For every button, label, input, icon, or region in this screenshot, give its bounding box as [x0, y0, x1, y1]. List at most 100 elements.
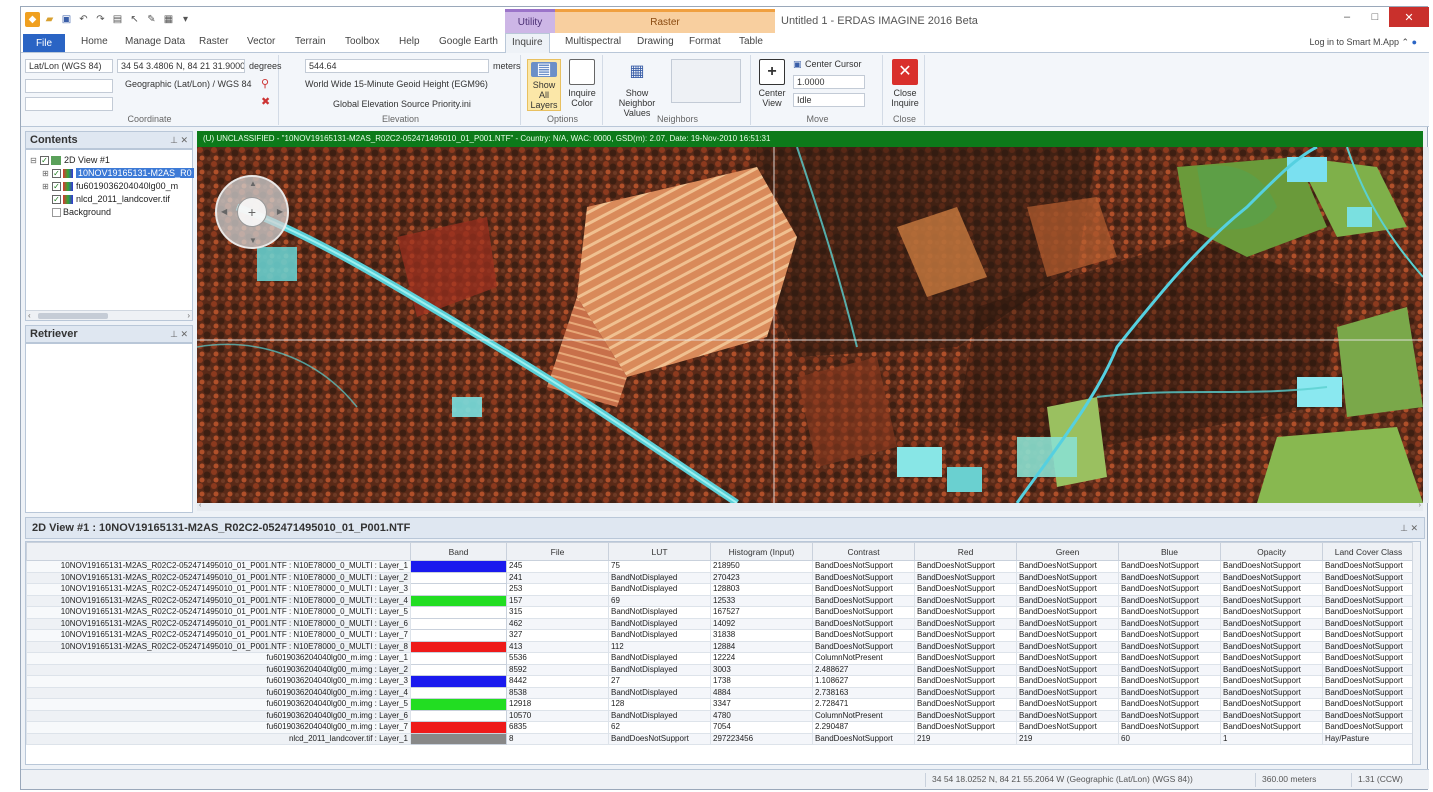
pan-up-icon[interactable]: ▲	[249, 179, 257, 188]
center-cursor-icon[interactable]: ▣	[793, 59, 802, 70]
collapse-icon[interactable]: ⊟	[30, 156, 38, 165]
map-horizontal-scrollbar[interactable]: ‹ ›	[197, 502, 1423, 511]
table-row[interactable]: fu6019036204040lg00_m.img : Layer_2 8592 B…	[26, 663, 1415, 676]
redo-icon[interactable]: ↷	[93, 12, 108, 27]
table-row[interactable]: 10NOV19165131-M2AS_R02C2-052471495010_01…	[26, 629, 1415, 642]
column-header[interactable]: Histogram (Input)	[710, 542, 813, 561]
scroll-left-icon[interactable]: ‹	[28, 311, 31, 320]
tree-node-background[interactable]: Background	[52, 206, 111, 218]
show-all-layers-button[interactable]: ▤ Show All Layers	[527, 59, 561, 111]
tree-node-nlcd-layer[interactable]: ✓ nlcd_2011_landcover.tif	[52, 193, 170, 205]
retriever-pin-close-icons[interactable]: ⊥ ✕	[170, 329, 188, 340]
column-header[interactable]: Opacity	[1220, 542, 1323, 561]
delete-icon[interactable]: ✖	[261, 95, 270, 108]
close-window-button[interactable]: ✕	[1389, 7, 1429, 27]
navigation-wheel[interactable]: + ▲ ▼ ◀ ▶	[215, 175, 289, 249]
table-row[interactable]: 10NOV19165131-M2AS_R02C2-052471495010_01…	[26, 617, 1415, 630]
table-row[interactable]: 10NOV19165131-M2AS_R02C2-052471495010_01…	[26, 640, 1415, 653]
table-row[interactable]: fu6019036204040lg00_m.img : Layer_6 10570…	[26, 709, 1415, 722]
column-header[interactable]: Green	[1016, 542, 1119, 561]
minimize-button[interactable]: –	[1333, 7, 1361, 27]
column-header[interactable]: LUT	[608, 542, 711, 561]
scroll-thumb[interactable]	[38, 313, 108, 319]
coordinate-field-3[interactable]	[25, 97, 113, 111]
pan-down-icon[interactable]: ▼	[249, 236, 257, 245]
map-scroll-right-icon[interactable]: ›	[1419, 502, 1421, 509]
coordinate-field-2[interactable]	[25, 79, 113, 93]
table-row[interactable]: fu6019036204040lg00_m.img : Layer_5 12918…	[26, 698, 1415, 711]
tab-manage-data[interactable]: Manage Data	[125, 36, 185, 47]
help-icon[interactable]: ●	[1412, 37, 1417, 47]
save-icon[interactable]: ▣	[59, 12, 74, 27]
tree-node-ntf-layer[interactable]: ⊞ ✓ 10NOV19165131-M2AS_R0	[42, 167, 194, 179]
pin-icon[interactable]: ⚲	[261, 77, 269, 90]
tab-raster[interactable]: Raster	[199, 36, 228, 47]
maximize-button[interactable]: □	[1361, 7, 1389, 27]
customize-qat-icon[interactable]: ▾	[178, 12, 193, 27]
map-scroll-left-icon[interactable]: ‹	[199, 502, 201, 509]
pan-right-icon[interactable]: ▶	[277, 207, 283, 216]
center-view-button[interactable]: + Center View	[757, 59, 787, 108]
map-view[interactable]: + ▲ ▼ ◀ ▶	[197, 147, 1423, 503]
table-row[interactable]: fu6019036204040lg00_m.img : Layer_1 5536 B…	[26, 652, 1415, 665]
table-row[interactable]: 10NOV19165131-M2AS_R02C2-052471495010_01…	[26, 606, 1415, 619]
open-folder-icon[interactable]: ▰	[42, 12, 57, 27]
contents-horizontal-scrollbar[interactable]: ‹ ›	[26, 310, 192, 320]
column-header[interactable]: File	[506, 542, 609, 561]
column-header[interactable]: Red	[914, 542, 1017, 561]
visibility-checkbox[interactable]: ✓	[52, 194, 61, 204]
login-link[interactable]: Log in to Smart M.App ⌃ ●	[1309, 37, 1417, 48]
show-neighbor-values-button[interactable]: ▦ Show Neighbor Values	[611, 59, 663, 119]
tab-home[interactable]: Home	[81, 36, 108, 47]
coordinate-system-select[interactable]: Lat/Lon (WGS 84)	[25, 59, 113, 73]
table-row[interactable]: fu6019036204040lg00_m.img : Layer_7 6835 6…	[26, 721, 1415, 734]
table-row[interactable]: fu6019036204040lg00_m.img : Layer_3 8442 2…	[26, 675, 1415, 688]
grid-vertical-scrollbar[interactable]	[1412, 542, 1420, 764]
table-row[interactable]: 10NOV19165131-M2AS_R02C2-052471495010_01…	[26, 560, 1415, 573]
column-header[interactable]: Band	[410, 542, 507, 561]
tab-format[interactable]: Format	[689, 36, 721, 47]
map-vertical-scrollbar[interactable]	[1423, 147, 1429, 503]
chart-icon[interactable]: ▤	[110, 12, 125, 27]
visibility-checkbox[interactable]: ✓	[52, 181, 61, 191]
tab-help[interactable]: Help	[399, 36, 420, 47]
move-scale-input[interactable]: 1.0000	[793, 75, 865, 89]
expand-icon[interactable]: ⊞	[42, 182, 50, 191]
visibility-checkbox[interactable]: ✓	[52, 168, 61, 178]
table-row[interactable]: fu6019036204040lg00_m.img : Layer_4 8538 B…	[26, 686, 1415, 699]
visibility-checkbox[interactable]	[52, 207, 61, 217]
close-inquire-button[interactable]: ✕ Close Inquire	[890, 59, 920, 108]
cursor-icon[interactable]: ↖	[127, 12, 142, 27]
expand-icon[interactable]: ⊞	[42, 169, 50, 178]
tab-google-earth[interactable]: Google Earth	[439, 36, 498, 47]
pan-left-icon[interactable]: ◀	[221, 207, 227, 216]
tab-toolbox[interactable]: Toolbox	[345, 36, 379, 47]
minimize-ribbon-icon[interactable]: ⌃	[1402, 37, 1410, 47]
table-row[interactable]: 10NOV19165131-M2AS_R02C2-052471495010_01…	[26, 594, 1415, 607]
visibility-checkbox[interactable]: ✓	[40, 155, 49, 165]
tab-terrain[interactable]: Terrain	[295, 36, 326, 47]
center-cursor-button[interactable]: Center Cursor	[805, 59, 862, 69]
pan-center-icon[interactable]: +	[237, 197, 267, 227]
tab-file[interactable]: File	[23, 34, 65, 52]
move-mode-select[interactable]: Idle	[793, 93, 865, 107]
pen-icon[interactable]: ✎	[144, 12, 159, 27]
elevation-input[interactable]: 544.64	[305, 59, 489, 73]
tab-multispectral[interactable]: Multispectral	[565, 36, 621, 47]
inquire-pin-close-icons[interactable]: ⊥ ✕	[1400, 523, 1418, 534]
tree-node-img-layer[interactable]: ⊞ ✓ fu6019036204040lg00_m	[42, 180, 178, 192]
neighbor-size-box[interactable]	[671, 59, 741, 103]
scroll-right-icon[interactable]: ›	[187, 311, 190, 320]
table-row[interactable]: nlcd_2011_landcover.tif : Layer_1 8 BandDo…	[26, 732, 1415, 745]
coordinate-input[interactable]: 34 54 3.4806 N, 84 21 31.9000 W	[117, 59, 245, 73]
table-icon[interactable]: ▦	[161, 12, 176, 27]
tree-node-2d-view[interactable]: ⊟ ✓ 2D View #1	[30, 154, 110, 166]
inquire-color-button[interactable]: Inquire Color	[565, 59, 599, 108]
column-header[interactable]: Contrast	[812, 542, 915, 561]
column-header[interactable]: Blue	[1118, 542, 1221, 561]
table-row[interactable]: 10NOV19165131-M2AS_R02C2-052471495010_01…	[26, 583, 1415, 596]
table-row[interactable]: 10NOV19165131-M2AS_R02C2-052471495010_01…	[26, 571, 1415, 584]
tab-table[interactable]: Table	[739, 36, 763, 47]
tab-inquire[interactable]: Inquire	[505, 33, 550, 54]
column-header[interactable]: Land Cover Class	[1322, 542, 1415, 561]
